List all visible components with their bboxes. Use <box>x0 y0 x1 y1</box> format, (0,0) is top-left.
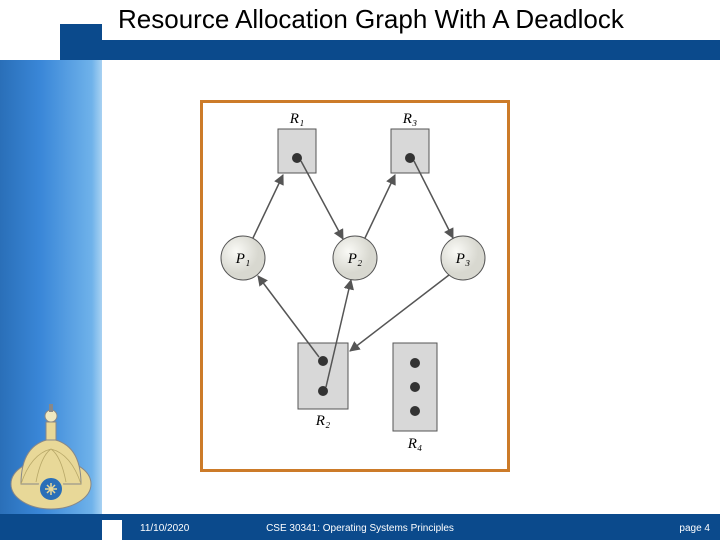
resource-r4-instance-2 <box>410 382 420 392</box>
edge-p1-r1 <box>253 175 283 238</box>
resource-r2-instance-1 <box>318 356 328 366</box>
edge-p2-r3 <box>365 175 395 238</box>
dome-icon <box>6 394 96 514</box>
resource-allocation-graph: R₁ R₃ P₁ P₂ P₃ R₂ R₄ <box>203 103 507 469</box>
footer-course: CSE 30341: Operating Systems Principles <box>0 523 720 534</box>
footer-page: page 4 <box>679 523 710 534</box>
resource-r3-box <box>391 129 429 173</box>
sidebar-top-strip <box>60 0 102 24</box>
resource-r2-box <box>298 343 348 409</box>
process-p2-label: P₂ <box>347 251 362 267</box>
process-p3-label: P₃ <box>455 251 470 267</box>
edge-r1-p2 <box>301 161 343 239</box>
edge-p3-r2 <box>350 275 449 351</box>
resource-r1-label: R₁ <box>289 111 304 127</box>
resource-r4-label: R₄ <box>407 436 422 452</box>
edge-r2-p1 <box>258 276 319 357</box>
sidebar-blue-strip <box>60 24 102 60</box>
resource-r4-instance-1 <box>410 358 420 368</box>
sidebar-corner-white <box>0 0 60 60</box>
page-title: Resource Allocation Graph With A Deadloc… <box>118 4 624 35</box>
edge-r3-p3 <box>414 161 453 238</box>
title-underline <box>102 40 720 60</box>
title-area: Resource Allocation Graph With A Deadloc… <box>102 0 720 60</box>
resource-r2-label: R₂ <box>315 413 330 429</box>
diagram: R₁ R₃ P₁ P₂ P₃ R₂ R₄ <box>200 100 510 472</box>
resource-r2-instance-2 <box>318 386 328 396</box>
footer: 11/10/2020 CSE 30341: Operating Systems … <box>0 514 720 540</box>
resource-r3-label: R₃ <box>402 111 417 127</box>
process-p1-label: P₁ <box>235 251 250 267</box>
resource-r1-box <box>278 129 316 173</box>
resource-r4-instance-3 <box>410 406 420 416</box>
sidebar <box>0 0 102 540</box>
